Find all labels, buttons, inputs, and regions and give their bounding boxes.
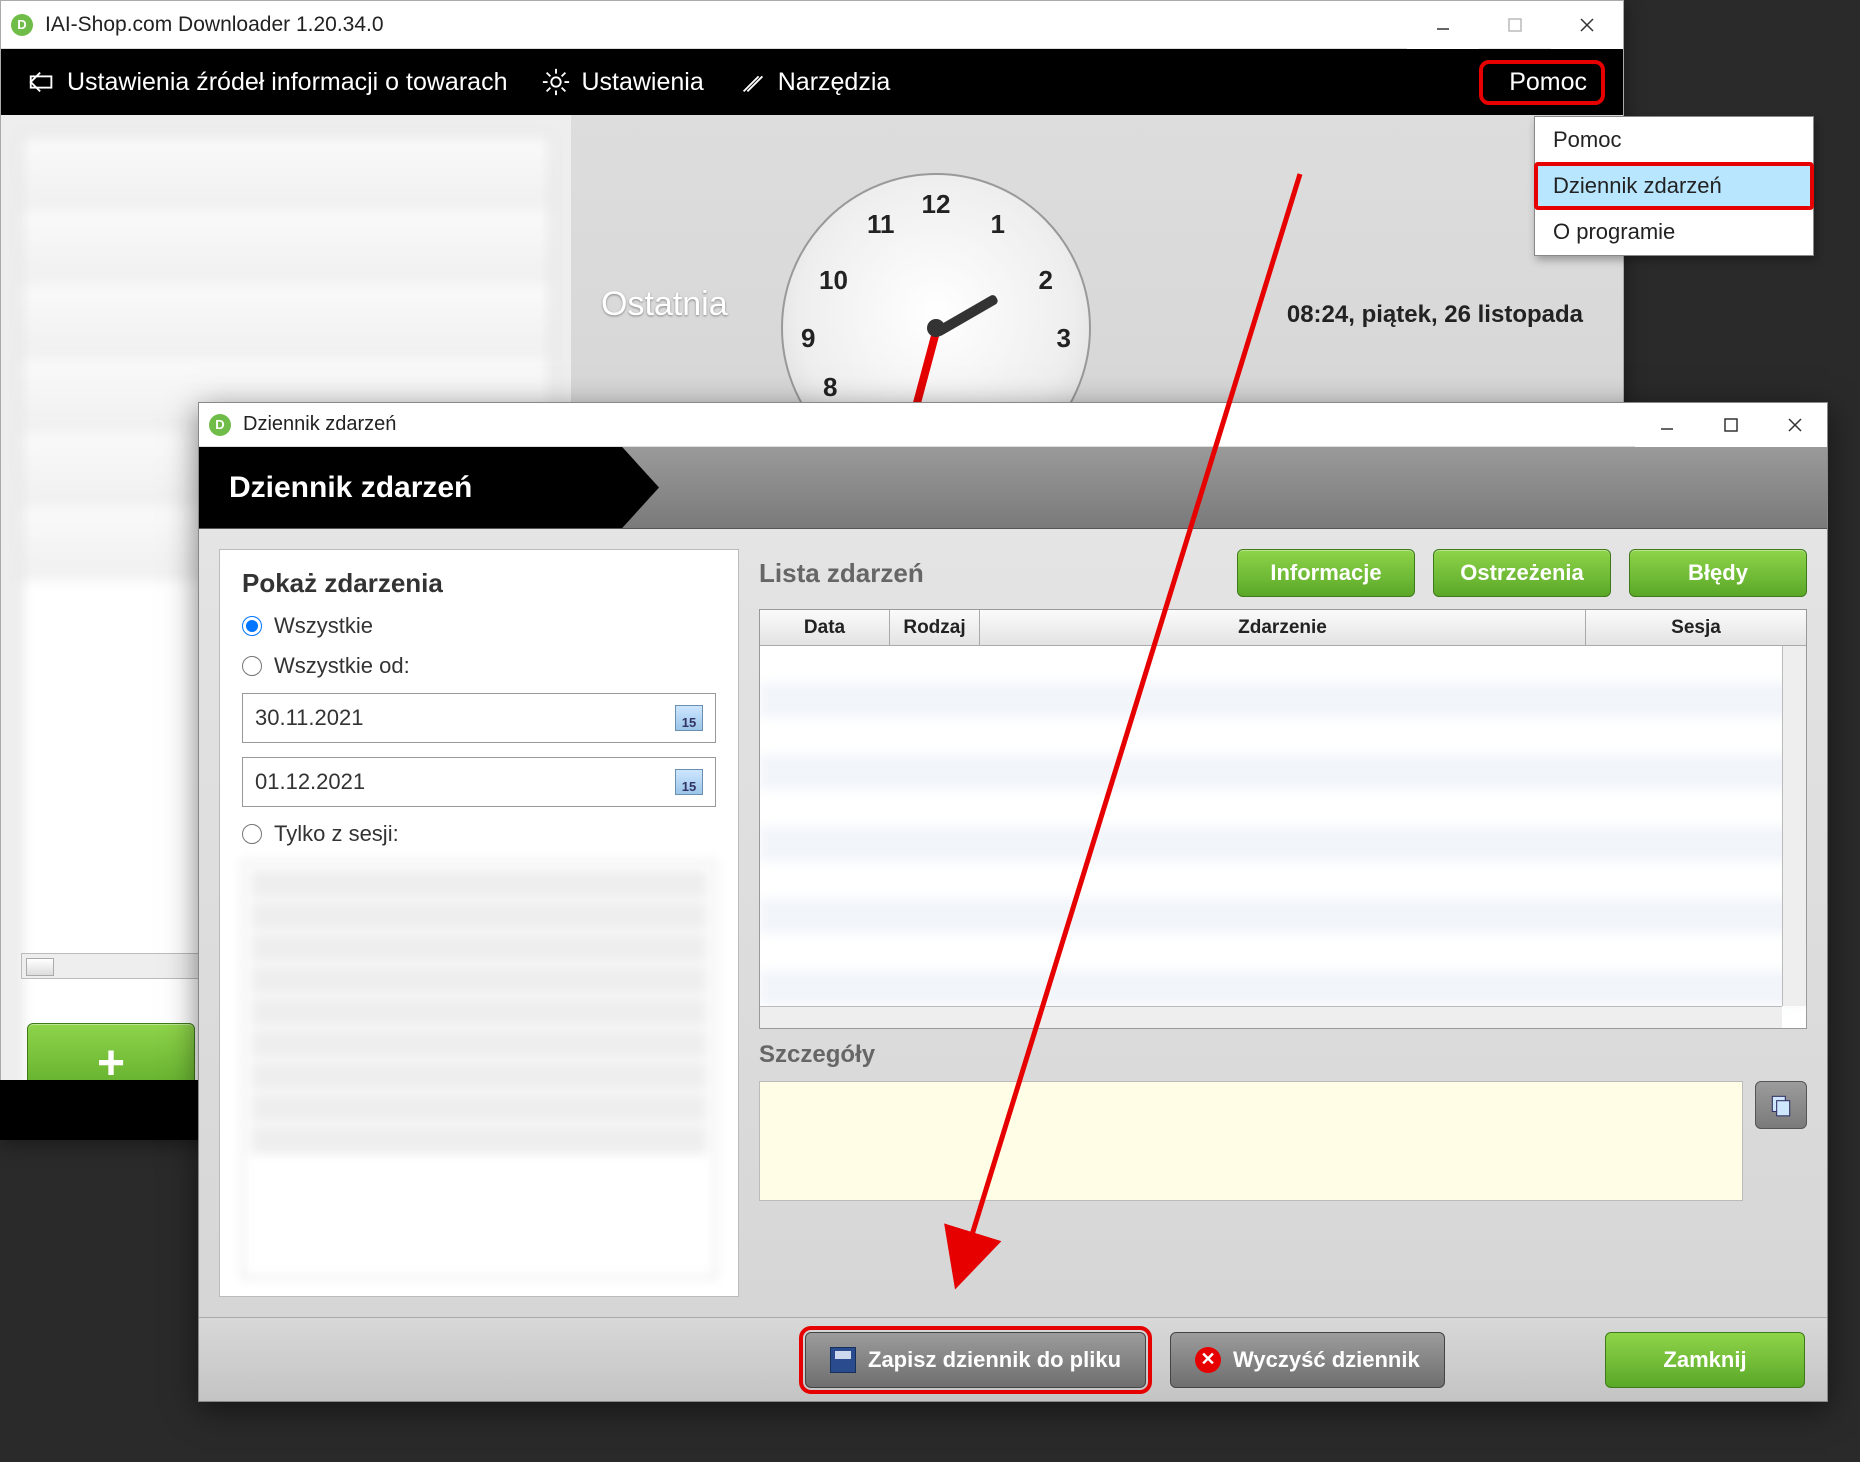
- help-dropdown: Pomoc Dziennik zdarzeń O programie: [1534, 116, 1814, 256]
- radio-session[interactable]: Tylko z sesji:: [242, 821, 716, 847]
- radio-from-input[interactable]: [242, 656, 262, 676]
- log-ribbon-title: Dziennik zdarzeń: [199, 447, 659, 528]
- pill-err[interactable]: Błędy: [1629, 549, 1807, 597]
- pill-info[interactable]: Informacje: [1237, 549, 1415, 597]
- tools-icon: [738, 67, 768, 97]
- radio-all-label: Wszystkie: [274, 613, 373, 639]
- clear-log-button[interactable]: ✕ Wyczyść dziennik: [1170, 1332, 1445, 1388]
- date-from-input[interactable]: 30.11.2021 15: [242, 693, 716, 743]
- radio-from-label: Wszystkie od:: [274, 653, 410, 679]
- table-scrollbar-h[interactable]: [760, 1006, 1782, 1028]
- date-to-input[interactable]: 01.12.2021 15: [242, 757, 716, 807]
- eventlog-window: D Dziennik zdarzeń Dziennik zdarzeń Poka…: [198, 402, 1828, 1402]
- radio-all-input[interactable]: [242, 616, 262, 636]
- app-icon: D: [209, 414, 231, 436]
- calendar-icon[interactable]: 15: [675, 769, 703, 795]
- minimize-button[interactable]: [1407, 1, 1479, 49]
- details-heading: Szczegóły: [759, 1041, 1807, 1069]
- col-date[interactable]: Data: [760, 610, 890, 645]
- table-scrollbar-v[interactable]: [1782, 646, 1806, 1006]
- menu-settings-label: Ustawienia: [581, 68, 703, 97]
- col-session[interactable]: Sesja: [1586, 610, 1806, 645]
- window-controls: [1407, 1, 1623, 49]
- current-datetime: 08:24, piątek, 26 listopada: [1287, 301, 1583, 329]
- menu-tools[interactable]: Narzędzia: [730, 61, 899, 103]
- app-icon: D: [11, 14, 33, 36]
- copy-icon: [1768, 1092, 1794, 1118]
- help-dropdown-eventlog[interactable]: Dziennik zdarzeń: [1535, 163, 1813, 209]
- events-heading: Lista zdarzeń: [759, 558, 1219, 589]
- log-minimize-button[interactable]: [1635, 403, 1699, 447]
- menu-help-label: Pomoc: [1509, 68, 1587, 97]
- decorative-strip: [0, 1080, 198, 1140]
- log-maximize-button[interactable]: [1699, 403, 1763, 447]
- radio-session-input[interactable]: [242, 824, 262, 844]
- date-to-value: 01.12.2021: [255, 769, 365, 795]
- last-sync-label: Ostatnia: [601, 285, 728, 324]
- close-button[interactable]: [1551, 1, 1623, 49]
- radio-from[interactable]: Wszystkie od:: [242, 653, 716, 679]
- filter-heading: Pokaż zdarzenia: [242, 568, 716, 599]
- log-title: Dziennik zdarzeń: [243, 413, 396, 436]
- events-table-header: Data Rodzaj Zdarzenie Sesja: [760, 610, 1806, 646]
- menu-help-highlighted[interactable]: Pomoc: [1479, 60, 1605, 105]
- save-log-button[interactable]: Zapisz dziennik do pliku: [805, 1332, 1146, 1388]
- clear-log-label: Wyczyść dziennik: [1233, 1347, 1420, 1373]
- session-list-blurred[interactable]: [242, 861, 716, 1278]
- back-icon: [27, 67, 57, 97]
- log-titlebar[interactable]: D Dziennik zdarzeń: [199, 403, 1827, 447]
- calendar-icon[interactable]: 15: [675, 705, 703, 731]
- save-log-label: Zapisz dziennik do pliku: [868, 1347, 1121, 1373]
- close-log-label: Zamknij: [1663, 1347, 1746, 1373]
- floppy-icon: [830, 1347, 856, 1373]
- date-from-value: 30.11.2021: [255, 705, 363, 731]
- main-title: IAI-Shop.com Downloader 1.20.34.0: [45, 13, 384, 37]
- filter-panel: Pokaż zdarzenia Wszystkie Wszystkie od: …: [199, 529, 759, 1317]
- log-ribbon: Dziennik zdarzeń: [199, 447, 1827, 529]
- details-textbox[interactable]: [759, 1081, 1743, 1201]
- menu-sources-label: Ustawienia źródeł informacji o towarach: [67, 68, 507, 97]
- pill-warn[interactable]: Ostrzeżenia: [1433, 549, 1611, 597]
- col-kind[interactable]: Rodzaj: [890, 610, 980, 645]
- radio-session-label: Tylko z sesji:: [274, 821, 399, 847]
- help-dropdown-help[interactable]: Pomoc: [1535, 117, 1813, 163]
- col-event[interactable]: Zdarzenie: [980, 610, 1586, 645]
- radio-all[interactable]: Wszystkie: [242, 613, 716, 639]
- events-panel: Lista zdarzeń Informacje Ostrzeżenia Błę…: [759, 529, 1827, 1317]
- main-titlebar[interactable]: D IAI-Shop.com Downloader 1.20.34.0: [1, 1, 1623, 49]
- log-close-button[interactable]: [1763, 403, 1827, 447]
- menu-settings[interactable]: Ustawienia: [533, 61, 711, 103]
- close-log-button[interactable]: Zamknij: [1605, 1332, 1805, 1388]
- log-window-controls: [1635, 403, 1827, 451]
- maximize-button[interactable]: [1479, 1, 1551, 49]
- help-dropdown-about[interactable]: O programie: [1535, 209, 1813, 255]
- gear-icon: [541, 67, 571, 97]
- copy-details-button[interactable]: [1755, 1081, 1807, 1129]
- menu-tools-label: Narzędzia: [778, 68, 891, 97]
- log-footer: Zapisz dziennik do pliku ✕ Wyczyść dzien…: [199, 1317, 1827, 1401]
- menu-sources[interactable]: Ustawienia źródeł informacji o towarach: [19, 61, 515, 103]
- events-table[interactable]: Data Rodzaj Zdarzenie Sesja: [759, 609, 1807, 1029]
- x-circle-icon: ✕: [1195, 1347, 1221, 1373]
- main-menubar: Ustawienia źródeł informacji o towarach …: [1, 49, 1623, 115]
